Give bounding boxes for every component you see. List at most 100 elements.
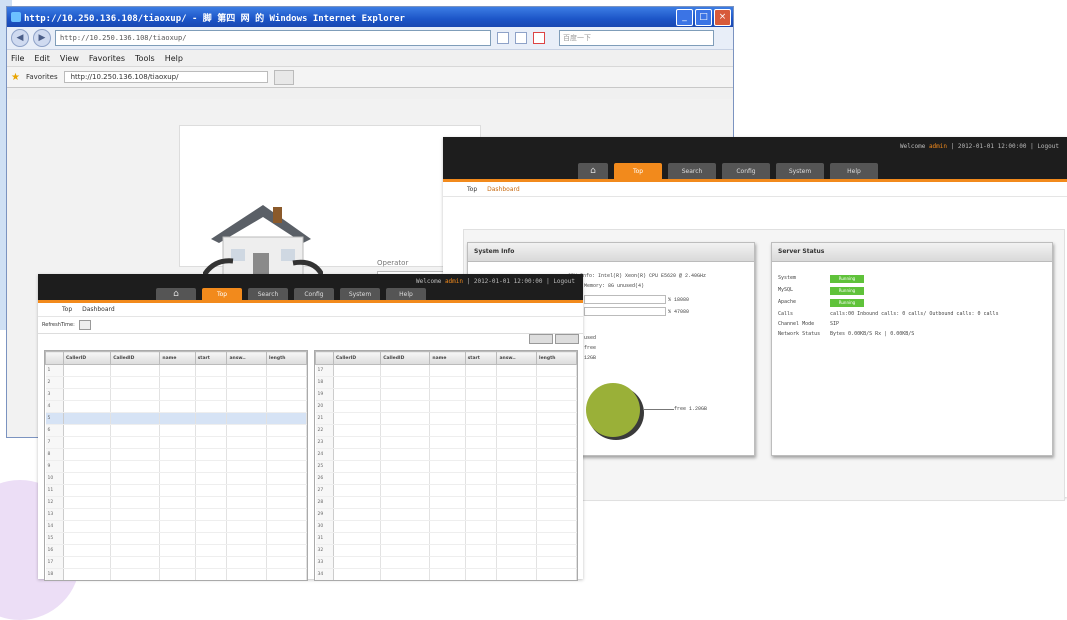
table-row[interactable]: 33 [315,556,577,569]
table-row[interactable]: 5 [45,412,307,425]
stop-icon[interactable] [533,32,545,44]
new-tab-button[interactable] [273,69,294,85]
table-row[interactable]: 20 [315,400,577,413]
breadcrumb-root[interactable]: Top [62,306,72,313]
table-row[interactable]: 14 [45,520,307,533]
table-cell [380,472,431,485]
tab-config[interactable]: Config [294,288,334,300]
table-row[interactable]: 18 [315,376,577,389]
refresh-time-select[interactable] [78,320,91,330]
favorites-button[interactable]: Favorites [26,73,58,81]
table-cell [429,400,466,413]
table-row[interactable]: 6 [45,424,307,437]
column-header-start[interactable]: start [194,351,228,365]
table-cell [195,436,228,449]
menu-tools[interactable]: Tools [135,54,155,63]
table-cell [430,581,465,582]
minimize-button[interactable]: _ [676,9,693,26]
next-page-button[interactable] [555,334,579,344]
table-row[interactable]: 22 [315,424,577,437]
tab-home[interactable]: ⌂ [578,163,608,179]
tab-help[interactable]: Help [830,163,878,179]
search-input[interactable]: 百度一下 [559,30,714,46]
close-button[interactable]: × [714,9,731,26]
table-cell [63,388,112,401]
compat-icon[interactable] [497,32,509,44]
table-row[interactable]: 30 [315,520,577,533]
table-row[interactable]: 1 [45,364,307,377]
table-row[interactable]: 4 [45,400,307,413]
table-cell [429,496,466,509]
table-row[interactable]: 19 [46,581,307,582]
table-row[interactable]: 29 [315,508,577,521]
table-row[interactable]: 7 [45,436,307,449]
back-button[interactable]: ◀ [11,29,29,47]
tab-top[interactable]: Top [202,288,242,300]
column-header-name[interactable]: name [159,351,196,365]
ie-title-bar[interactable]: http://10.250.136.108/tiaoxup/ - 脚 第四 网 … [7,7,733,27]
table-row[interactable]: 19 [315,388,577,401]
table-row[interactable]: 17 [315,364,577,377]
menu-help[interactable]: Help [165,54,183,63]
table-row[interactable]: 23 [315,436,577,449]
menu-file[interactable]: File [11,54,24,63]
column-header-calledid[interactable]: CalledID [110,351,161,365]
maximize-button[interactable]: □ [695,9,712,26]
table-row[interactable]: 8 [45,448,307,461]
table-cell [333,520,382,533]
main-tabs: ⌂ Top Search Config System Help [578,163,878,179]
column-header-answer[interactable]: answ.. [496,351,538,365]
table-row[interactable]: 3 [45,388,307,401]
table-row[interactable]: 24 [315,448,577,461]
username-link[interactable]: admin [445,278,463,285]
column-header-callerid[interactable]: CallerID [62,351,112,365]
table-row[interactable]: 32 [315,544,577,557]
column-header-callerid[interactable]: CallerID [332,351,382,365]
column-header-length[interactable]: length [536,351,577,365]
tab-search[interactable]: Search [668,163,716,179]
table-cell [380,520,431,533]
table-row[interactable]: 9 [45,460,307,473]
table-row[interactable]: 35 [316,581,577,582]
table-cell [226,556,268,569]
table-cell [110,496,161,509]
table-row[interactable]: 28 [315,496,577,509]
table-row[interactable]: 27 [315,484,577,497]
tab-home[interactable]: ⌂ [156,288,196,300]
table-row[interactable]: 25 [315,460,577,473]
table-row[interactable]: 13 [45,508,307,521]
table-row[interactable]: 31 [315,532,577,545]
browser-tab[interactable]: http://10.250.136.108/tiaoxup/ [63,71,268,83]
table-row[interactable]: 12 [45,496,307,509]
table-cell [536,364,577,377]
table-row[interactable]: 21 [315,412,577,425]
tab-help[interactable]: Help [386,288,426,300]
tab-system[interactable]: System [340,288,380,300]
column-header-start[interactable]: start [464,351,498,365]
table-row[interactable]: 2 [45,376,307,389]
username-link[interactable]: admin [929,143,947,150]
tab-system[interactable]: System [776,163,824,179]
menu-view[interactable]: View [60,54,79,63]
refresh-icon[interactable] [515,32,527,44]
table-row[interactable]: 16 [45,544,307,557]
tab-search[interactable]: Search [248,288,288,300]
table-row[interactable]: 15 [45,532,307,545]
column-header-answer[interactable]: answ.. [226,351,268,365]
column-header-length[interactable]: length [266,351,307,365]
tab-config[interactable]: Config [722,163,770,179]
menu-edit[interactable]: Edit [34,54,50,63]
address-bar[interactable]: http://10.250.136.108/tiaoxup/ [55,30,491,46]
breadcrumb-root[interactable]: Top [467,186,477,193]
tab-top[interactable]: Top [614,163,662,179]
table-row[interactable]: 17 [45,556,307,569]
table-cell [159,520,196,533]
table-row[interactable]: 26 [315,472,577,485]
table-row[interactable]: 10 [45,472,307,485]
menu-favorites[interactable]: Favorites [89,54,125,63]
forward-button[interactable]: ▶ [33,29,51,47]
prev-page-button[interactable] [529,334,553,344]
column-header-calledid[interactable]: CalledID [380,351,431,365]
column-header-name[interactable]: name [429,351,466,365]
table-row[interactable]: 11 [45,484,307,497]
